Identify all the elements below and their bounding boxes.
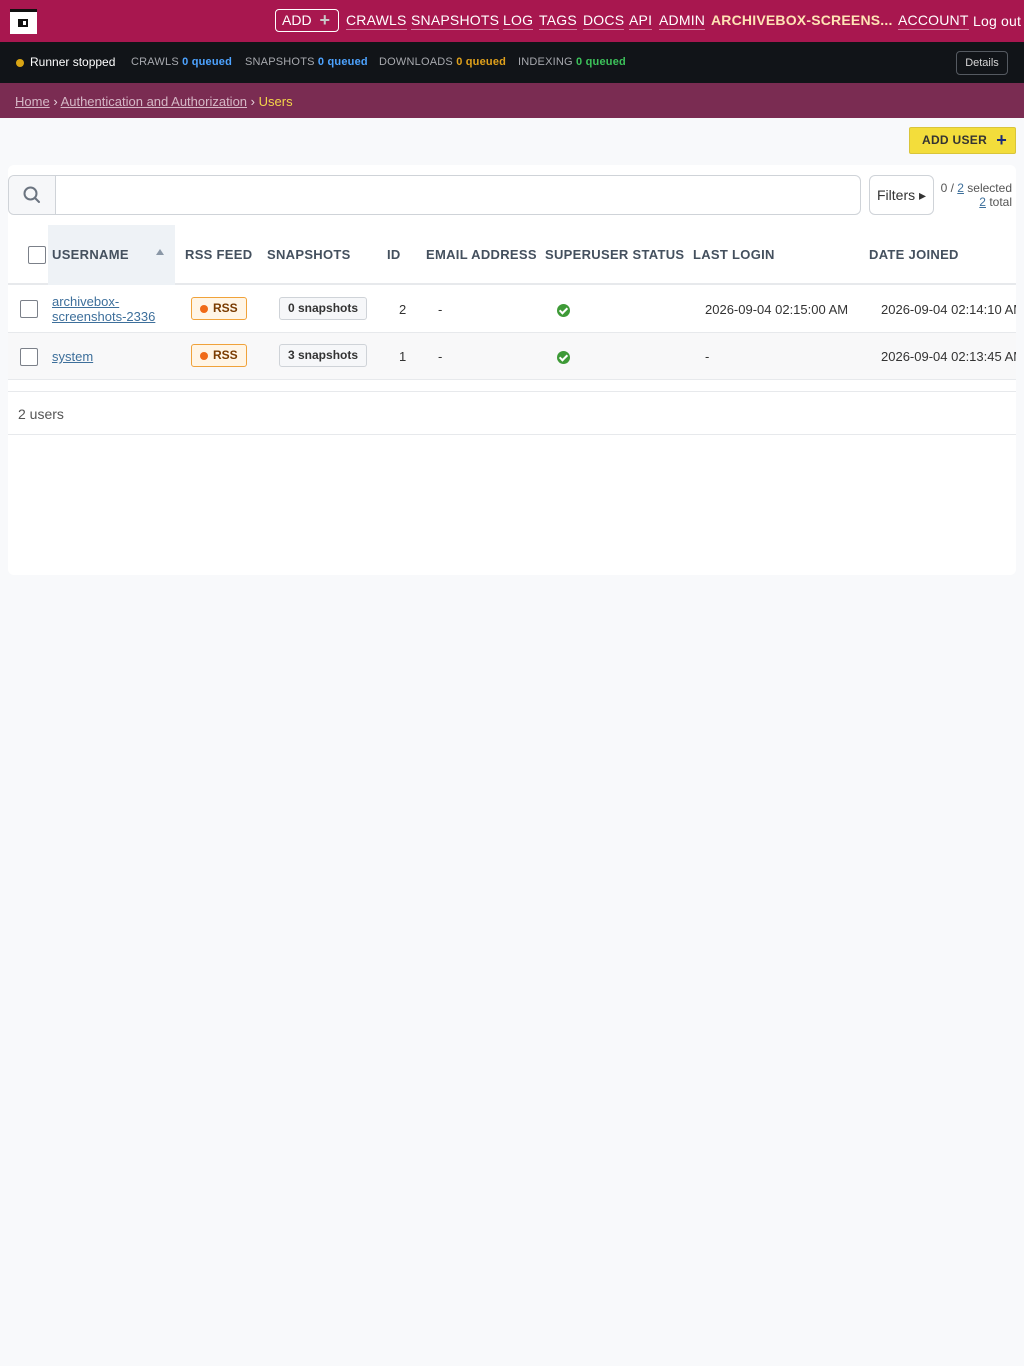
selected-suffix: selected <box>967 181 1012 195</box>
email-address: - <box>438 349 443 364</box>
crawls-queue-label: CRAWLS <box>131 56 179 68</box>
column-last-login[interactable]: LAST LOGIN <box>693 247 775 262</box>
row-select-checkbox[interactable] <box>20 348 38 366</box>
username-line: archivebox- <box>52 294 120 309</box>
nav-tags[interactable]: TAGS <box>539 12 577 30</box>
nav-log[interactable]: LOG <box>503 12 534 30</box>
nav-snapshots[interactable]: SNAPSHOTS <box>411 12 500 30</box>
nav-docs[interactable]: DOCS <box>583 12 625 30</box>
search-icon[interactable] <box>9 176 56 214</box>
runner-status-dot-icon <box>16 59 24 67</box>
table-row: archivebox- screenshots-2336 RSS 0 snaps… <box>8 286 1016 333</box>
search-bar <box>8 175 861 215</box>
crawls-queue-stat: CRAWLS 0 queued <box>131 56 232 68</box>
archivebox-logo-icon[interactable] <box>10 9 37 34</box>
rss-feed-badge[interactable]: RSS <box>191 344 247 367</box>
snapshots-count-badge[interactable]: 0 snapshots <box>279 297 368 320</box>
downloads-queue-value: 0 queued <box>456 56 507 68</box>
selected-count: 0 <box>940 181 948 195</box>
user-id: 1 <box>399 349 407 364</box>
table-header: USERNAME RSS FEED SNAPSHOTS ID EMAIL ADD… <box>8 225 1016 285</box>
nav-current-user[interactable]: ARCHIVEBOX-SCREENS... <box>711 12 893 29</box>
rss-icon <box>200 305 208 313</box>
runner-status: Runner stopped <box>30 55 116 69</box>
crawls-queue-value: 0 queued <box>182 56 233 68</box>
username-line: system <box>52 349 94 364</box>
username-link[interactable]: archivebox- screenshots-2336 <box>52 294 155 324</box>
nav-api[interactable]: API <box>629 12 653 30</box>
total-suffix: total <box>989 195 1012 209</box>
breadcrumb-current: Users <box>258 94 293 109</box>
plus-icon: + <box>319 10 330 30</box>
changelist-panel: Filters ▸ 0 / 2 selected 2 total USERNAM… <box>8 165 1016 575</box>
date-joined: 2026-09-04 02:13:45 AM <box>881 349 1016 364</box>
rss-label: RSS <box>213 301 238 315</box>
total-count-link[interactable]: 2 <box>979 195 986 209</box>
row-select-checkbox[interactable] <box>20 300 38 318</box>
superuser-check-icon <box>557 304 570 317</box>
column-snapshots: SNAPSHOTS <box>267 247 351 262</box>
breadcrumb-auth-section[interactable]: Authentication and Authorization <box>61 94 247 109</box>
result-count: 2 users <box>8 391 1016 435</box>
snapshots-queue-stat: SNAPSHOTS 0 queued <box>245 56 368 68</box>
username-line: screenshots-2336 <box>52 309 156 324</box>
plus-icon: + <box>996 130 1007 150</box>
selection-counter: 0 / 2 selected 2 total <box>940 181 1012 209</box>
indexing-queue-value: 0 queued <box>576 56 626 68</box>
indexing-queue-stat: INDEXING 0 queued <box>518 56 626 68</box>
column-id[interactable]: ID <box>387 247 401 262</box>
add-user-label: ADD USER <box>922 133 988 147</box>
column-date-joined[interactable]: DATE JOINED <box>869 247 959 262</box>
rss-feed-badge[interactable]: RSS <box>191 297 247 320</box>
breadcrumb-separator: › <box>250 94 255 109</box>
snapshots-queue-value: 0 queued <box>317 56 368 68</box>
superuser-check-icon <box>557 351 570 364</box>
filters-button[interactable]: Filters ▸ <box>869 175 934 215</box>
last-login: - <box>705 349 710 364</box>
search-input[interactable] <box>57 176 859 214</box>
breadcrumb-home[interactable]: Home <box>15 94 50 109</box>
breadcrumb: Home › Authentication and Authorization … <box>0 83 1024 118</box>
downloads-queue-stat: DOWNLOADS 0 queued <box>379 56 506 68</box>
last-login: 2026-09-04 02:15:00 AM <box>705 302 849 317</box>
column-username[interactable]: USERNAME <box>52 247 129 262</box>
add-user-button[interactable]: ADD USER + <box>909 127 1016 154</box>
nav-account[interactable]: ACCOUNT <box>898 12 969 30</box>
username-link[interactable]: system <box>52 349 93 364</box>
email-address: - <box>438 302 443 317</box>
column-superuser-status[interactable]: SUPERUSER STATUS <box>545 247 684 262</box>
date-joined: 2026-09-04 02:14:10 AM <box>881 302 1016 317</box>
details-button[interactable]: Details <box>956 51 1008 75</box>
indexing-queue-label: INDEXING <box>518 56 573 68</box>
breadcrumb-separator: › <box>53 94 58 109</box>
nav-add-button[interactable]: ADD + <box>275 9 339 32</box>
snapshots-queue-label: SNAPSHOTS <box>245 56 315 68</box>
nav-admin[interactable]: ADMIN <box>659 12 706 30</box>
table-row: system RSS 3 snapshots 1 - - 2026-09-04 … <box>8 333 1016 380</box>
sort-ascending-icon[interactable] <box>156 249 164 255</box>
snapshots-count-badge[interactable]: 3 snapshots <box>279 344 368 367</box>
nav-crawls[interactable]: CRAWLS <box>346 12 407 30</box>
user-id: 2 <box>399 302 407 317</box>
downloads-queue-label: DOWNLOADS <box>379 56 453 68</box>
top-navbar: ADD + CRAWLS SNAPSHOTS LOG TAGS DOCS API… <box>0 0 1024 42</box>
select-all-link[interactable]: 2 <box>957 181 964 195</box>
column-email-address[interactable]: EMAIL ADDRESS <box>426 247 537 262</box>
rss-label: RSS <box>213 348 238 362</box>
rss-icon <box>200 352 208 360</box>
select-all-checkbox[interactable] <box>28 246 46 264</box>
column-rss-feed: RSS FEED <box>185 247 253 262</box>
worker-status-bar: Runner stopped CRAWLS 0 queued SNAPSHOTS… <box>0 42 1024 83</box>
nav-add-label: ADD <box>282 12 312 28</box>
logout-link[interactable]: Log out <box>973 13 1021 30</box>
